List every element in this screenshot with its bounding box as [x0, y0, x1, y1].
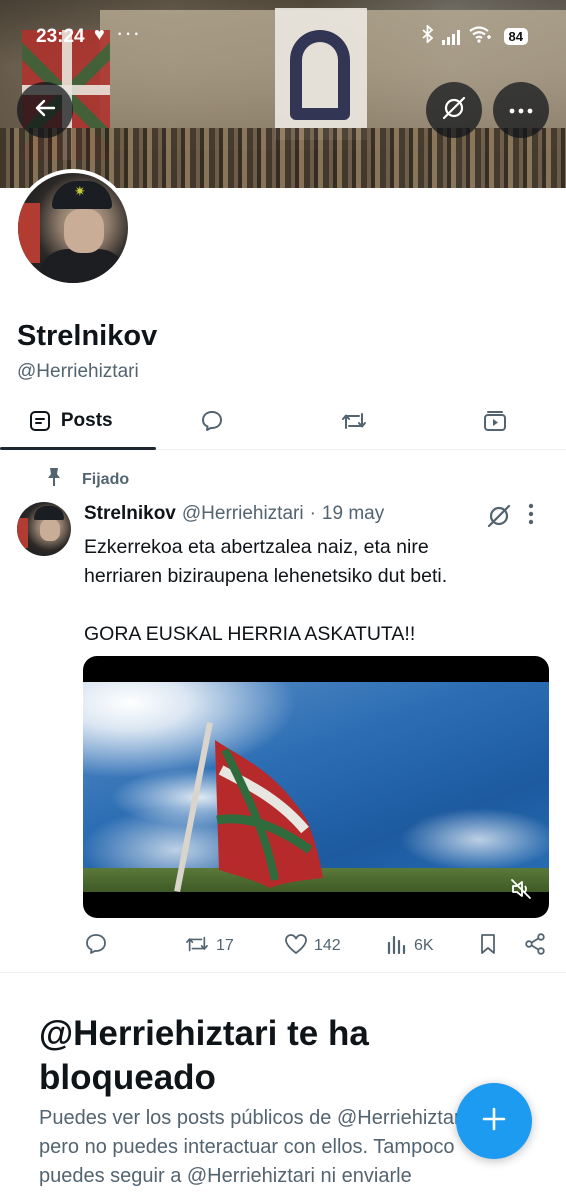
share-icon	[524, 932, 546, 960]
signal-icon	[441, 29, 460, 45]
more-options-button[interactable]	[493, 82, 549, 138]
tab-posts-label: Posts	[60, 409, 113, 431]
analytics-icon	[386, 934, 408, 959]
heart-icon	[284, 933, 308, 960]
tweet-more-button[interactable]	[528, 503, 534, 530]
tab-media[interactable]	[425, 392, 566, 449]
reply-icon	[200, 409, 224, 433]
repost-count: 17	[216, 937, 234, 954]
arrow-left-icon	[34, 97, 56, 124]
bookmark-button[interactable]	[479, 932, 497, 960]
profile-handle: @Herriehiztari	[17, 361, 139, 382]
media-icon	[482, 409, 508, 433]
avatar: ✷	[18, 173, 128, 283]
tab-replies[interactable]	[142, 392, 284, 449]
more-dots-icon: ···	[116, 20, 141, 45]
tweet-grok-button[interactable]	[486, 503, 512, 534]
tweet-author-handle[interactable]: @Herriehiztari	[182, 503, 304, 525]
tweet-text: Ezkerrekoa eta abertzalea naiz, eta nire…	[84, 533, 544, 649]
repost-icon	[184, 933, 210, 960]
grok-button[interactable]	[426, 82, 482, 138]
tweet-actions: 17 142 6K	[82, 932, 550, 960]
active-tab-indicator	[0, 447, 156, 450]
avatar-face	[64, 209, 104, 253]
tab-posts[interactable]: Posts	[0, 392, 142, 449]
grok-icon	[486, 504, 512, 533]
profile-name: Strelnikov	[17, 320, 158, 352]
views-button[interactable]: 6K	[386, 932, 434, 960]
repost-button[interactable]: 17	[184, 932, 234, 960]
basque-flag	[215, 740, 323, 888]
avatar-coat	[38, 249, 128, 283]
like-button[interactable]: 142	[284, 932, 341, 960]
back-button[interactable]	[17, 82, 73, 138]
status-time: 23:24	[36, 26, 85, 47]
more-horizontal-icon	[509, 101, 533, 119]
tweet-avatar-cap	[34, 506, 64, 520]
status-bar: 23:24 ♥ ··· 84	[0, 20, 566, 52]
tweet-text-line: herriaren biziraupena lehenetsiko dut be…	[84, 565, 448, 587]
tweet-text-line: GORA EUSKAL HERRIA ASKATUTA!!	[84, 623, 416, 645]
reply-button[interactable]	[84, 932, 108, 960]
blocked-notice-body: Puedes ver los posts públicos de @Herrie…	[39, 1107, 471, 1187]
tweet-avatar-face	[40, 519, 60, 541]
tweet-author-name[interactable]: Strelnikov	[84, 503, 176, 525]
posts-icon	[29, 410, 51, 432]
battery-icon: 84	[503, 28, 528, 45]
pinned-label: Fijado	[82, 470, 130, 488]
tweet-date[interactable]: 19 may	[322, 503, 384, 525]
tweet-avatar[interactable]	[17, 502, 71, 556]
tab-reposts[interactable]	[283, 392, 425, 449]
like-count: 142	[314, 937, 341, 954]
section-divider	[0, 972, 566, 973]
more-vertical-icon	[528, 503, 534, 529]
tweet-avatar-flag	[17, 518, 28, 548]
avatar-flag	[18, 203, 40, 263]
wifi-icon	[468, 25, 492, 48]
grok-icon	[441, 95, 467, 126]
reply-icon	[84, 932, 108, 961]
mute-icon[interactable]	[510, 878, 532, 905]
profile-avatar[interactable]: ✷	[14, 169, 132, 287]
bookmark-icon	[479, 933, 497, 960]
tweet-video[interactable]	[83, 656, 549, 918]
bluetooth-icon	[421, 23, 434, 48]
pin-icon	[46, 467, 62, 492]
share-button[interactable]	[524, 932, 546, 960]
status-icons: 84	[421, 23, 528, 48]
pinned-indicator: Fijado	[46, 467, 129, 492]
repost-icon	[340, 409, 368, 433]
plus-icon	[481, 1106, 507, 1137]
profile-tabs: Posts	[0, 392, 566, 450]
views-count: 6K	[414, 937, 434, 954]
star-icon: ✷	[74, 183, 86, 199]
compose-post-button[interactable]	[456, 1083, 532, 1159]
tweet-separator: ·	[309, 503, 316, 524]
tweet-header: Strelnikov @Herriehiztari · 19 may	[84, 503, 384, 525]
tweet-text-line: Ezkerrekoa eta abertzalea naiz, eta nire	[84, 536, 429, 558]
heart-icon: ♥	[94, 24, 105, 44]
blocked-notice-title: @Herriehiztari te ha bloqueado	[39, 1014, 369, 1097]
